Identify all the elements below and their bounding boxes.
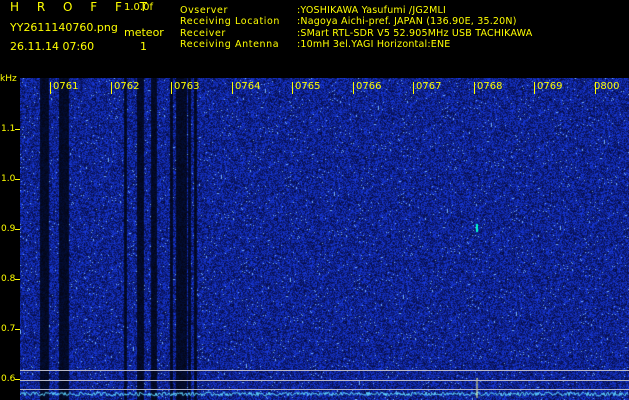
reference-line (20, 380, 629, 381)
x-tick-label: 0765 (295, 81, 321, 92)
mode-label: meteor (124, 26, 164, 39)
info-label: Receiving Location (180, 16, 281, 28)
info-label: Receiver (180, 27, 226, 39)
y-tick-label: 0.6 (1, 374, 16, 384)
timestamp-label: 26.11.14 07:60 (10, 40, 95, 53)
y-tick-label: 0.8 (1, 274, 16, 284)
x-tick-label: 0761 (53, 81, 79, 92)
x-tick-label: 0768 (477, 81, 503, 92)
x-tick-mark (111, 82, 112, 94)
y-tick-label: 1.1 (1, 124, 16, 134)
reference-line (20, 389, 629, 390)
info-label: Receiving Antenna (180, 39, 280, 51)
header-panel: H R O F F T 1.0.0f YY2611140760.png mete… (0, 0, 629, 72)
y-tick-label: 0.9 (1, 224, 16, 234)
x-tick-mark (353, 82, 354, 94)
detection-count: 1 (140, 40, 147, 53)
info-value: :YOSHIKAWA Yasufumi /JG2MLI (297, 5, 447, 16)
y-tick-mark (15, 179, 20, 180)
y-axis-unit: kHz (0, 74, 17, 84)
x-tick-label: 0766 (356, 81, 382, 92)
x-tick-label: 0767 (416, 81, 442, 92)
filename-label: YY2611140760.png (10, 21, 118, 34)
x-tick-mark (50, 82, 51, 94)
x-tick-mark (474, 82, 475, 94)
x-tick-mark (292, 82, 293, 94)
x-tick-label: 0764 (235, 81, 261, 92)
version-label: 1.0.0f (124, 2, 153, 13)
x-tick-mark (171, 82, 172, 94)
y-tick-mark (15, 279, 20, 280)
info-value: :10mH 3el.YAGI Horizontal:ENE (297, 39, 451, 51)
y-tick-mark (15, 229, 20, 230)
spectrogram-image (20, 78, 629, 400)
y-tick-mark (15, 129, 20, 130)
info-label: Ovserver (180, 5, 228, 16)
x-tick-mark (413, 82, 414, 94)
x-tick-label: 0763 (174, 81, 200, 92)
info-value: :SMart RTL-SDR V5 52.905MHz USB TACHIKAW… (297, 27, 533, 39)
x-tick-label: 0769 (537, 81, 563, 92)
y-tick-label: 0.7 (1, 324, 16, 334)
y-tick-label: 1.0 (1, 174, 16, 184)
x-tick-label: 0800 (594, 81, 620, 92)
x-tick-mark (534, 82, 535, 94)
info-value: :Nagoya Aichi-pref. JAPAN (136.90E, 35.2… (297, 16, 517, 28)
x-tick-label: 0762 (114, 81, 140, 92)
y-tick-mark (15, 329, 20, 330)
spectrogram-panel (20, 78, 629, 400)
reference-line (20, 370, 629, 371)
x-tick-mark (232, 82, 233, 94)
